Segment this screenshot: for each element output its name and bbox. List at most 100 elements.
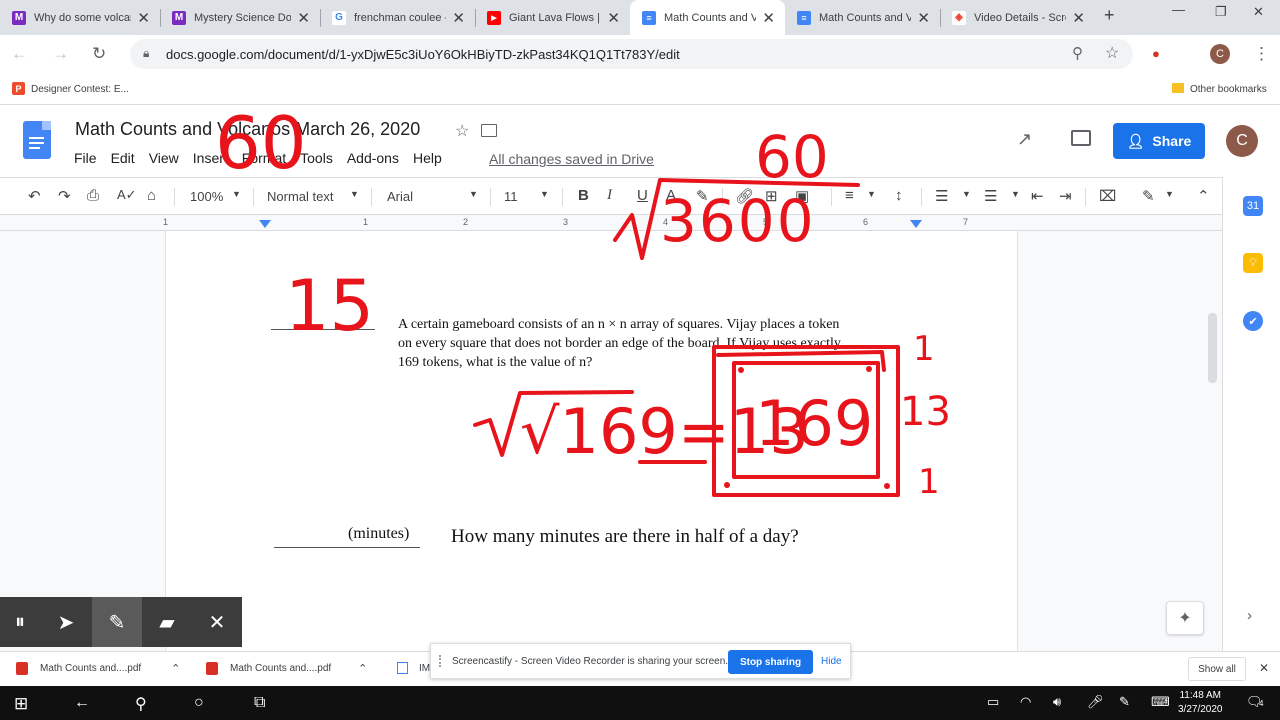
close-downloads-icon[interactable]: ✕ <box>1259 661 1269 675</box>
show-all-button[interactable]: Show all <box>1188 657 1246 681</box>
save-status[interactable]: All changes saved in Drive <box>489 151 654 167</box>
star-icon[interactable]: ☆ <box>455 121 469 141</box>
document-title[interactable]: Math Counts and Volcanos March 26, 2020 <box>75 119 420 140</box>
minimize-icon[interactable]: — <box>1172 2 1185 17</box>
close-icon[interactable]: ✕ <box>137 9 150 27</box>
new-tab-icon[interactable]: + <box>1104 5 1115 26</box>
menu-insert[interactable]: Insert <box>193 150 228 166</box>
chevron-up-icon[interactable]: ⌃ <box>358 662 367 675</box>
menu-format[interactable]: Format <box>242 150 286 166</box>
keep-icon[interactable]: 💡︎ <box>1243 253 1263 273</box>
menu-addons[interactable]: Add-ons <box>347 150 399 166</box>
menu-help[interactable]: Help <box>413 150 442 166</box>
bookmark-designer-contest[interactable]: Designer Contest: E... <box>31 84 129 95</box>
tab-2[interactable]: M Mystery Science Doc ✕ <box>160 0 320 35</box>
menu-edit[interactable]: Edit <box>111 150 135 166</box>
bulleted-list-icon[interactable]: ☰ <box>984 187 997 205</box>
menu-tools[interactable]: Tools <box>300 150 333 166</box>
share-button[interactable]: 👤︎ Share <box>1113 123 1205 159</box>
download-item-3[interactable]: IM <box>397 662 430 674</box>
font-select[interactable]: Arial <box>387 189 413 204</box>
increase-indent-icon[interactable]: ⇥ <box>1059 187 1072 205</box>
tasks-icon[interactable]: ✔ <box>1243 311 1263 331</box>
search-icon[interactable]: ⚲ <box>135 694 147 714</box>
paint-format-icon[interactable]: ⌂ <box>147 187 156 204</box>
redo-icon[interactable]: ↷ <box>58 187 71 205</box>
italic-icon[interactable]: I <box>607 187 612 204</box>
menu-icon[interactable]: ⋮ <box>1253 44 1270 64</box>
move-folder-icon[interactable] <box>481 124 497 137</box>
task-view-icon[interactable]: ⧉ <box>254 694 265 712</box>
keyboard-icon[interactable]: ⌨ <box>1151 694 1170 710</box>
spellcheck-icon[interactable]: A✓ <box>117 187 137 203</box>
tab-4[interactable]: ▶ Giant Lava Flows | N ✕ <box>475 0 630 35</box>
highlight-icon[interactable]: ✎ <box>696 187 709 205</box>
explore-button[interactable]: ✦ <box>1166 601 1204 635</box>
download-item-2[interactable]: Math Counts and....pdf ⌃ <box>206 662 367 675</box>
bold-icon[interactable]: B <box>578 187 589 204</box>
zoom-select[interactable]: 100% <box>190 189 223 204</box>
docs-logo-icon[interactable] <box>23 121 51 159</box>
pause-icon[interactable]: ⏸︎ <box>0 597 40 647</box>
collapse-icon[interactable]: ⌃ <box>1197 187 1210 205</box>
eraser-icon[interactable]: ▰ <box>142 597 192 647</box>
cursor-icon[interactable]: ➤ <box>40 597 92 647</box>
microphone-icon[interactable]: 🎤︎ <box>1087 694 1104 710</box>
cortana-icon[interactable]: ○ <box>194 694 204 712</box>
document-page[interactable]: A certain gameboard consists of an n × n… <box>165 231 1018 651</box>
reload-icon[interactable]: ↻ <box>92 44 106 64</box>
clear-formatting-icon[interactable]: ⌧ <box>1099 187 1116 205</box>
wifi-icon[interactable]: ◠ <box>1020 694 1031 710</box>
print-icon[interactable]: ⎙ <box>87 187 99 204</box>
right-indent-marker[interactable] <box>910 220 922 228</box>
tab-3[interactable]: G frenchman coulee - ✕ <box>320 0 475 35</box>
calendar-icon[interactable]: 31 <box>1243 196 1263 216</box>
comment-add-icon[interactable]: ⊞ <box>765 187 778 205</box>
menu-file[interactable]: File <box>74 150 97 166</box>
font-size-select[interactable]: 11 <box>504 189 518 204</box>
zoom-icon[interactable]: ⚲ <box>1072 44 1083 62</box>
close-toolbar-icon[interactable]: ✕ <box>192 597 242 647</box>
close-icon[interactable]: ✕ <box>917 9 930 27</box>
restore-icon[interactable]: ❐ <box>1215 4 1227 20</box>
tab-6[interactable]: ≡ Math Counts and Vo ✕ <box>785 0 940 35</box>
expand-panel-icon[interactable]: › <box>1247 607 1252 624</box>
profile-avatar[interactable]: C <box>1210 44 1230 64</box>
align-icon[interactable]: ≡ <box>845 187 854 204</box>
scrollbar-thumb[interactable] <box>1208 313 1217 383</box>
forward-icon[interactable]: → <box>52 44 69 64</box>
download-item-1[interactable]: Math Counts and....pdf ⌃ <box>16 662 180 675</box>
address-bar[interactable]: 🔒︎ docs.google.com/document/d/1-yxDjwE5c… <box>130 39 1133 69</box>
bookmark-other[interactable]: Other bookmarks <box>1190 84 1267 95</box>
back-icon[interactable]: ← <box>11 44 28 64</box>
close-icon[interactable]: ✕ <box>452 9 465 27</box>
close-icon[interactable]: ✕ <box>297 9 310 27</box>
text-color-icon[interactable]: A <box>666 187 676 204</box>
decrease-indent-icon[interactable]: ⇤ <box>1031 187 1044 205</box>
activity-trend-icon[interactable]: ↗ <box>1017 129 1032 150</box>
tab-1[interactable]: M Why do some volcan ✕ <box>0 0 160 35</box>
tab-7[interactable]: ◈ Video Details - Scre ✕ <box>940 0 1095 35</box>
back-icon[interactable]: ← <box>74 694 90 712</box>
hide-button[interactable]: Hide <box>821 656 842 667</box>
volume-icon[interactable]: 🔊︎ <box>1053 694 1061 710</box>
battery-icon[interactable]: ▭ <box>987 694 999 710</box>
editing-mode-icon[interactable]: ✎ <box>1142 187 1155 205</box>
screencastify-extension-icon[interactable]: ● <box>1152 46 1160 61</box>
drag-handle[interactable] <box>439 655 445 667</box>
close-icon[interactable]: ✕ <box>1072 9 1085 27</box>
close-icon[interactable]: ✕ <box>607 9 620 27</box>
stop-sharing-button[interactable]: Stop sharing <box>728 650 813 674</box>
window-close-icon[interactable]: ✕ <box>1253 4 1264 20</box>
left-indent-marker[interactable] <box>259 220 271 228</box>
image-icon[interactable]: ▣ <box>795 187 809 205</box>
menu-view[interactable]: View <box>149 150 179 166</box>
style-select[interactable]: Normal text <box>267 189 333 204</box>
account-avatar[interactable]: C <box>1226 125 1258 157</box>
tab-5-active[interactable]: ≡ Math Counts and Vo ✕ <box>630 0 785 35</box>
bookmark-star-icon[interactable]: ☆ <box>1105 43 1119 63</box>
undo-icon[interactable]: ↶ <box>28 187 41 205</box>
close-icon[interactable]: ✕ <box>762 9 775 27</box>
windows-start-icon[interactable]: ⊞ <box>14 694 28 714</box>
line-spacing-icon[interactable]: ↕ <box>895 187 903 204</box>
